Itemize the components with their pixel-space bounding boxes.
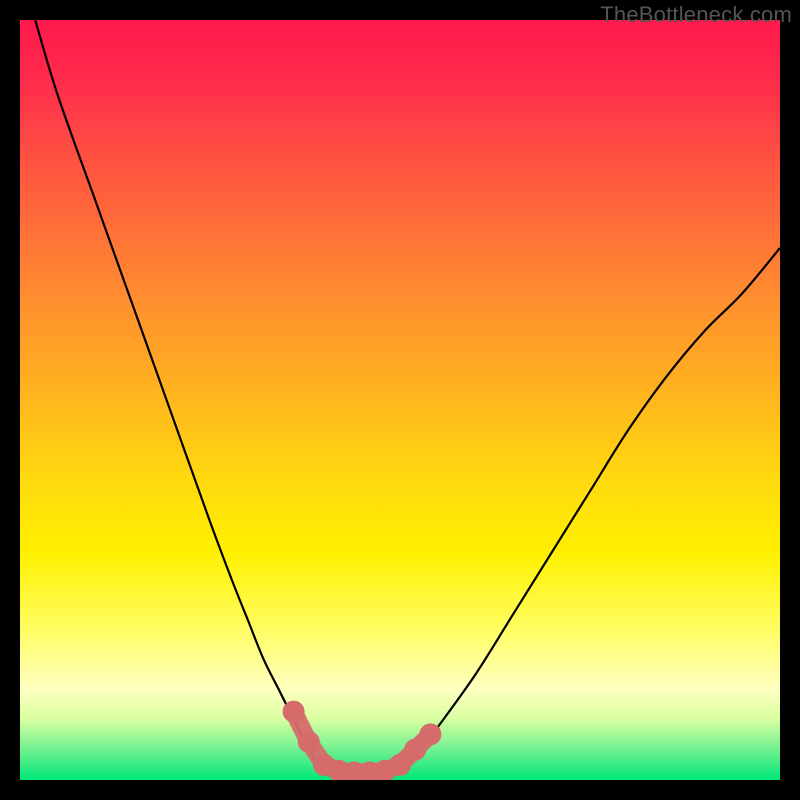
marker-dot <box>419 723 441 745</box>
bottleneck-curve <box>35 20 780 776</box>
marker-dot <box>298 731 320 753</box>
watermark-text: TheBottleneck.com <box>600 2 792 28</box>
highlight-markers <box>283 701 442 780</box>
marker-dot <box>283 701 305 723</box>
curve-path <box>35 20 780 776</box>
chart-svg <box>20 20 780 780</box>
chart-area <box>20 20 780 780</box>
